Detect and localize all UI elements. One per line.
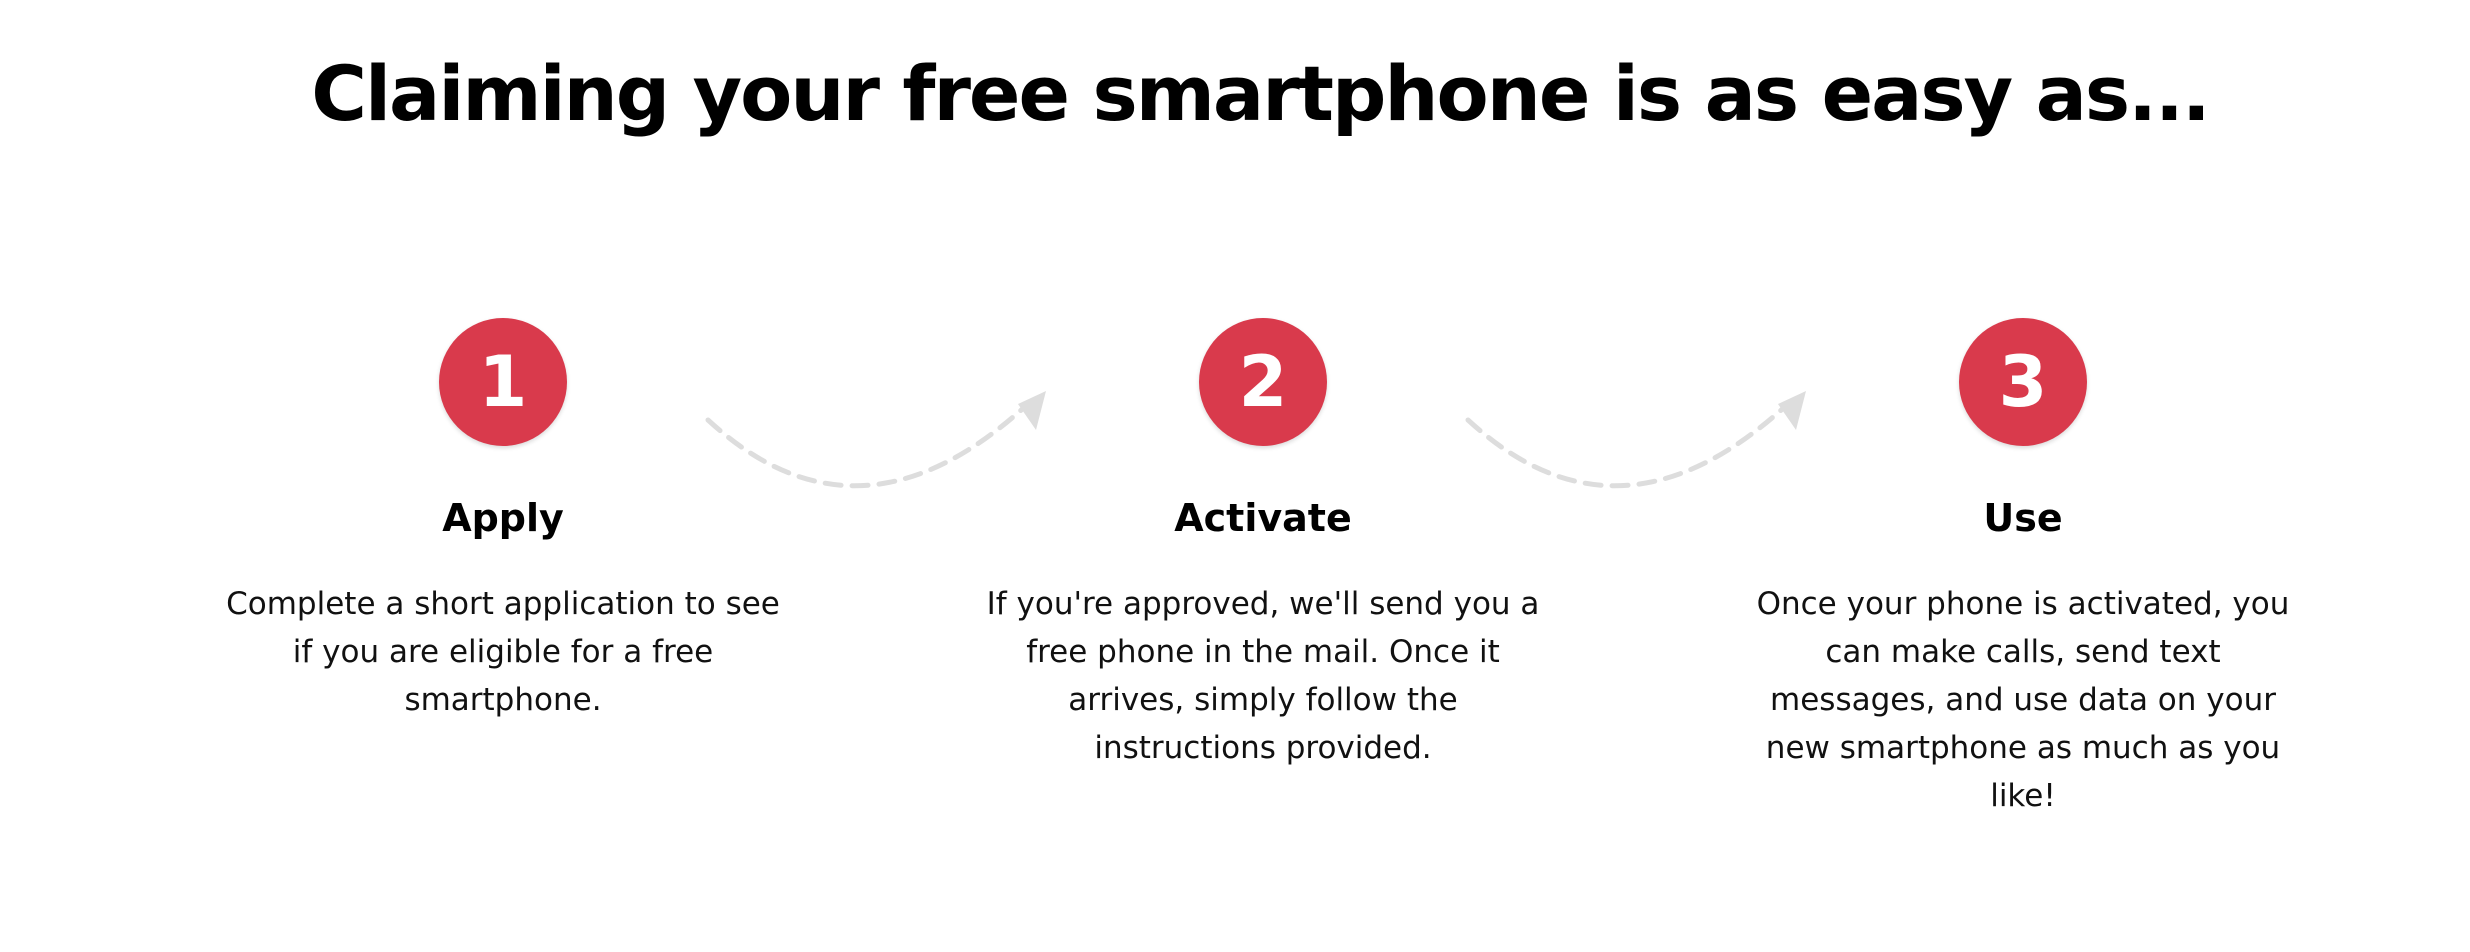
step-number-badge: 3 <box>1959 318 2087 446</box>
step-number-badge: 2 <box>1199 318 1327 446</box>
step-description: If you're approved, we'll send you a fre… <box>986 585 1540 766</box>
step-activate: 2 Activate If you're approved, we'll sen… <box>973 318 1553 772</box>
step-number-badge: 1 <box>439 318 567 446</box>
step-description: Complete a short application to see if y… <box>226 585 780 718</box>
step-apply: 1 Apply Complete a short application to … <box>213 318 793 724</box>
step-use: 3 Use Once your phone is activated, you … <box>1733 318 2313 820</box>
step-title: Use <box>1983 496 2063 540</box>
step-description: Once your phone is activated, you can ma… <box>1756 585 2290 814</box>
page-title: Claiming your free smartphone is as easy… <box>311 49 2211 138</box>
